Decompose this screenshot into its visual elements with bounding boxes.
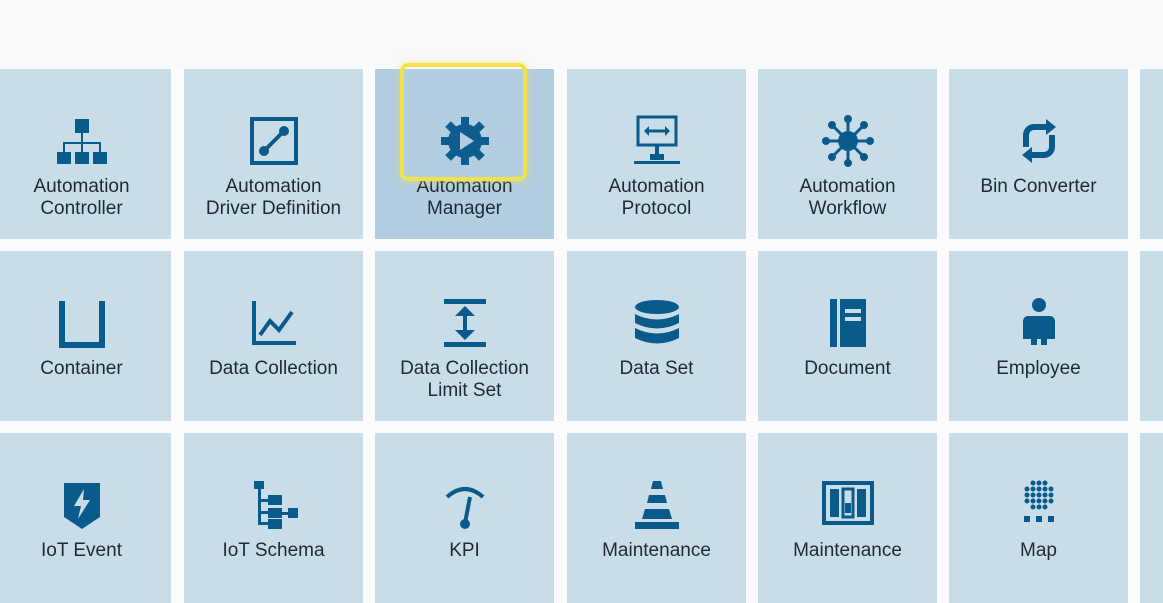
monitor-network-icon [629,113,685,169]
tile-bin-converter[interactable]: Bin Converter [949,69,1128,239]
entity-grid: Automation Controller Automation Driver … [0,0,1163,603]
tile-label: Automation Manager [416,176,513,219]
tile-label: Map [1020,540,1057,561]
tile-maintenance-panel[interactable]: Maintenance [758,433,937,603]
maintenance-panel-icon [820,477,876,533]
tile-label: Maintenance [602,540,711,561]
tile-data-collection-limit-set[interactable]: Data Collection Limit Set [375,251,554,421]
tile-label: Data Collection Limit Set [400,358,529,401]
tile-label: Automation Driver Definition [205,176,342,219]
iot-event-icon [54,477,110,533]
tile-automation-manager[interactable]: Automation Manager [375,69,554,239]
tile-label: Document [804,358,891,379]
tile-document[interactable]: Document [758,251,937,421]
tile-partial-right[interactable] [1140,69,1163,239]
tile-label: Automation Protocol [608,176,705,219]
line-chart-icon [246,295,302,351]
tile-automation-controller[interactable]: Automation Controller [0,69,171,239]
refresh-icon [1011,113,1067,169]
tile-automation-driver-definition[interactable]: Automation Driver Definition [184,69,363,239]
tile-label: Data Set [619,358,694,379]
tile-label: IoT Schema [222,540,325,561]
tile-partial-right[interactable] [1140,251,1163,421]
tile-data-collection[interactable]: Data Collection [184,251,363,421]
document-icon [820,295,876,351]
tile-map[interactable]: Map [949,433,1128,603]
gear-play-icon [437,113,493,169]
employee-icon [1011,295,1067,351]
tile-automation-workflow[interactable]: Automation Workflow [758,69,937,239]
gauge-icon [437,477,493,533]
tile-label: IoT Event [41,540,122,561]
hierarchy-icon [54,113,110,169]
workflow-network-icon [820,113,876,169]
database-icon [629,295,685,351]
map-grid-icon [1011,477,1067,533]
tile-maintenance-cone[interactable]: Maintenance [567,433,746,603]
tile-kpi[interactable]: KPI [375,433,554,603]
tile-label: Data Collection [209,358,338,379]
container-icon [54,295,110,351]
tile-label: Employee [996,358,1081,379]
schema-tree-icon [246,477,302,533]
tile-label: Automation Workflow [799,176,896,219]
tile-label: Maintenance [793,540,902,561]
tile-iot-schema[interactable]: IoT Schema [184,433,363,603]
tile-container[interactable]: Container [0,251,171,421]
limit-set-icon [437,295,493,351]
tile-label: KPI [449,540,480,561]
traffic-cone-icon [629,477,685,533]
tile-iot-event[interactable]: IoT Event [0,433,171,603]
tile-label: Bin Converter [980,176,1097,197]
tile-data-set[interactable]: Data Set [567,251,746,421]
tile-label: Container [40,358,123,379]
connector-icon [246,113,302,169]
tile-automation-protocol[interactable]: Automation Protocol [567,69,746,239]
tile-partial-right[interactable] [1140,433,1163,603]
tile-employee[interactable]: Employee [949,251,1128,421]
tile-label: Automation Controller [33,176,130,219]
